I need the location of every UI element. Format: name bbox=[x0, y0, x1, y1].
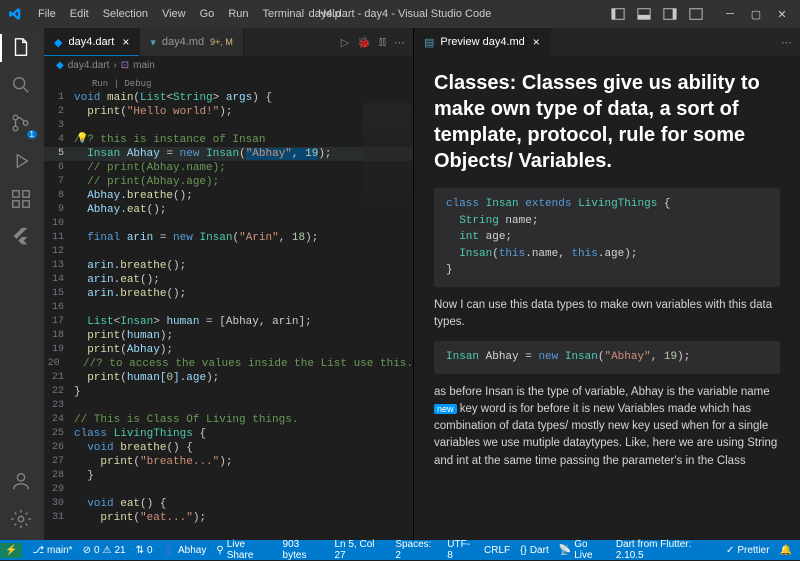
layout-sidebar-right-icon[interactable] bbox=[660, 4, 680, 24]
layout-panel-icon[interactable] bbox=[634, 4, 654, 24]
codelens-run-debug[interactable]: Run | Debug bbox=[44, 77, 413, 91]
preview-codeblock-2: Insan Abhay = new Insan("Abhay", 19); bbox=[434, 341, 780, 374]
menubar: File Edit Selection View Go Run Terminal… bbox=[32, 6, 347, 22]
sb-problems[interactable]: ⊘ 0 ⚠ 21 bbox=[83, 545, 126, 556]
tab-label: Preview day4.md bbox=[440, 36, 524, 48]
vscode-logo-icon bbox=[8, 7, 22, 21]
window-maximize-icon[interactable]: ▢ bbox=[746, 4, 766, 24]
tab-day4-dart[interactable]: ◆ day4.dart × bbox=[44, 28, 140, 56]
preview-heading: Classes: Classes give us ability to make… bbox=[434, 70, 780, 174]
breadcrumb[interactable]: ◆ day4.dart › ⊡ main bbox=[44, 56, 413, 75]
sb-filesize: 903 bytes bbox=[283, 539, 325, 561]
statusbar: ⚡ ⎇ main* ⊘ 0 ⚠ 21 ⇅ 0 👤 Abhay ⚲ Live Sh… bbox=[0, 540, 800, 560]
activity-account-icon[interactable] bbox=[10, 470, 34, 494]
tab-label: day4.dart bbox=[68, 36, 114, 48]
run-icon[interactable]: ▷ bbox=[341, 36, 349, 49]
sb-eol[interactable]: CRLF bbox=[484, 545, 510, 556]
split-editor-icon[interactable]: ⫾⫾ bbox=[379, 36, 386, 49]
tab-preview-md[interactable]: ▤ Preview day4.md × bbox=[414, 28, 551, 56]
preview-paragraph: as before Insan is the type of variable,… bbox=[434, 384, 780, 470]
sb-cursor[interactable]: Ln 5, Col 27 bbox=[334, 539, 385, 561]
sb-user[interactable]: 👤 Abhay bbox=[163, 545, 207, 556]
tab-label: day4.md bbox=[162, 36, 204, 48]
tab-close-icon[interactable]: × bbox=[122, 35, 129, 49]
layout-customize-icon[interactable] bbox=[686, 4, 706, 24]
menu-view[interactable]: View bbox=[156, 6, 192, 22]
more-actions-icon[interactable]: ⋯ bbox=[781, 36, 792, 49]
menu-selection[interactable]: Selection bbox=[97, 6, 154, 22]
menu-go[interactable]: Go bbox=[194, 6, 221, 22]
activity-flutter-icon[interactable] bbox=[10, 226, 34, 250]
menu-edit[interactable]: Edit bbox=[64, 6, 95, 22]
window-minimize-icon[interactable]: ─ bbox=[720, 4, 740, 24]
window-title: day4.dart - day4 - Visual Studio Code bbox=[309, 8, 492, 20]
sb-port[interactable]: ⇅ 0 bbox=[136, 545, 153, 556]
activity-scm-icon[interactable]: 1 bbox=[10, 112, 34, 136]
window-close-icon[interactable]: ✕ bbox=[772, 4, 792, 24]
sb-liveshare[interactable]: ⚲ Live Share bbox=[216, 539, 272, 561]
sb-lang[interactable]: {} Dart bbox=[520, 545, 549, 556]
more-actions-icon[interactable]: ⋯ bbox=[394, 36, 405, 49]
preview-icon: ▤ bbox=[424, 36, 434, 49]
sb-flutter[interactable]: Dart from Flutter: 2.10.5 bbox=[616, 539, 716, 561]
sb-notifications-icon[interactable]: 🔔 bbox=[780, 545, 792, 556]
menu-run[interactable]: Run bbox=[222, 6, 254, 22]
activity-search-icon[interactable] bbox=[10, 74, 34, 98]
menu-file[interactable]: File bbox=[32, 6, 62, 22]
debug-bug-icon[interactable]: 🐞 bbox=[357, 36, 371, 49]
activity-extensions-icon[interactable] bbox=[10, 188, 34, 212]
code-editor[interactable]: Run | Debug 1void main(List<String> args… bbox=[44, 75, 413, 544]
dart-file-icon: ◆ bbox=[54, 36, 62, 49]
markdown-preview[interactable]: Classes: Classes give us ability to make… bbox=[414, 56, 800, 544]
sb-branch[interactable]: ⎇ main* bbox=[32, 545, 72, 556]
sb-remote-icon[interactable]: ⚡ bbox=[0, 543, 22, 558]
scm-badge: 1 bbox=[27, 130, 37, 139]
md-file-icon: ▾ bbox=[150, 36, 156, 49]
inline-new-badge: new bbox=[434, 404, 457, 414]
menu-terminal[interactable]: Terminal bbox=[257, 6, 311, 22]
preview-paragraph: Now I can use this data types to make ow… bbox=[434, 297, 780, 332]
sb-golive[interactable]: 📡 Go Live bbox=[559, 539, 606, 561]
tab-day4-md[interactable]: ▾ day4.md 9+, M bbox=[140, 28, 244, 56]
sb-encoding[interactable]: UTF-8 bbox=[447, 539, 474, 561]
activity-bar: 1 bbox=[0, 28, 44, 544]
layout-sidebar-left-icon[interactable] bbox=[608, 4, 628, 24]
tab-close-icon[interactable]: × bbox=[533, 35, 540, 49]
preview-codeblock-1: class Insan extends LivingThings { Strin… bbox=[434, 188, 780, 287]
activity-explorer-icon[interactable] bbox=[10, 36, 34, 60]
sb-spaces[interactable]: Spaces: 2 bbox=[395, 539, 437, 561]
activity-settings-icon[interactable] bbox=[10, 508, 34, 532]
lightbulb-icon[interactable]: 💡 bbox=[76, 133, 88, 147]
tab-modified-badge: 9+, M bbox=[210, 37, 233, 47]
activity-debug-icon[interactable] bbox=[10, 150, 34, 174]
sb-prettier[interactable]: ✓ Prettier bbox=[726, 545, 770, 556]
